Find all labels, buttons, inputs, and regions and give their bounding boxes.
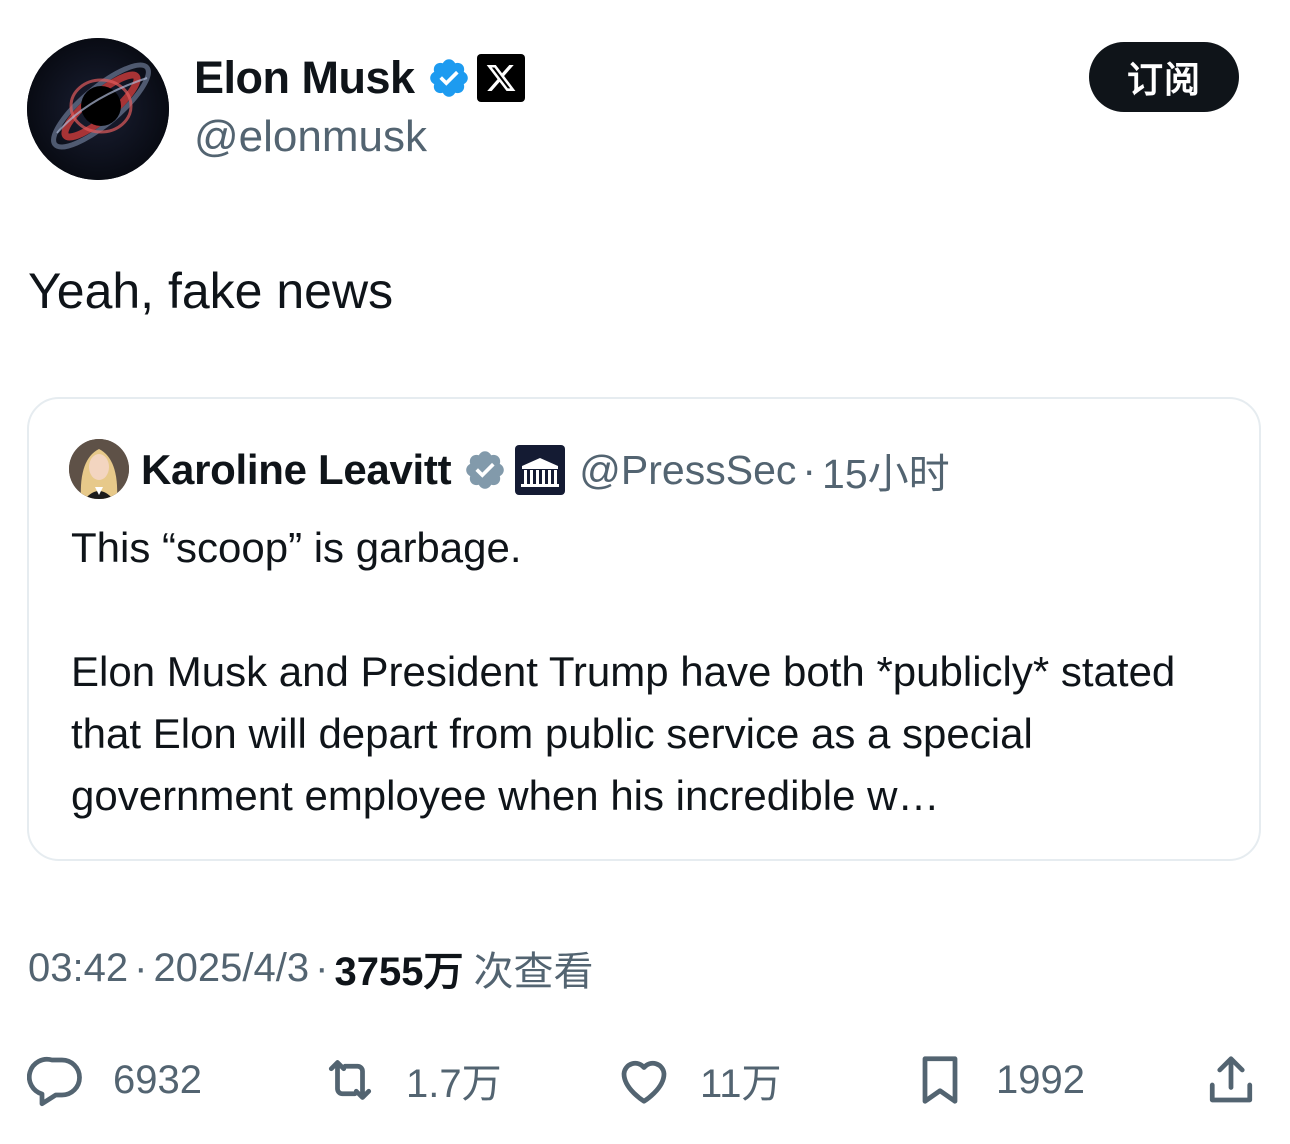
share-icon [1209,1056,1253,1103]
tweet-time[interactable]: 03:42 [28,946,128,991]
reply-icon [27,1056,82,1107]
author-handle[interactable]: @elonmusk [194,112,427,162]
quoted-text: This “scoop” is garbage. Elon Musk and P… [71,517,1231,827]
tweet-text: Yeah, fake news [28,263,394,319]
view-count-label: 次查看 [473,950,594,994]
tweet-date[interactable]: 2025/4/3 [153,946,309,991]
repost-icon [328,1060,372,1100]
quoted-author-handle[interactable]: @PressSec [579,447,796,494]
view-count: 3755万 [334,950,464,994]
quoted-author-avatar[interactable] [69,439,129,499]
author-name[interactable]: Elon Musk [194,52,415,104]
subscribe-button[interactable]: 订阅 [1089,42,1239,112]
quoted-tweet[interactable]: Karoline Leavitt @PressSec · 15小时 This “… [27,397,1261,861]
like-button[interactable]: 11万 [614,1045,782,1115]
quoted-header: Karoline Leavitt @PressSec · 15小时 [141,441,950,499]
reply-count: 6932 [113,1057,202,1102]
separator-dot: · [134,945,148,990]
reply-button[interactable]: 6932 [27,1045,202,1115]
verified-icon [466,451,505,489]
quoted-text-line: This “scoop” is garbage. [71,524,522,571]
portrait-image [69,439,129,499]
bookmark-button[interactable]: 1992 [910,1045,1085,1115]
quoted-author-name[interactable]: Karoline Leavitt [141,446,452,494]
separator-dot: · [315,945,329,990]
author-name-row: Elon Musk [194,50,525,106]
quoted-timestamp[interactable]: 15小时 [822,440,950,500]
repost-button[interactable]: 1.7万 [320,1045,502,1115]
verified-icon [429,59,468,97]
bookmark-count: 1992 [996,1057,1085,1102]
quoted-text-paragraph: Elon Musk and President Trump have both … [71,648,1176,819]
white-house-icon [515,445,566,495]
repost-count: 1.7万 [406,1062,502,1106]
tweet-meta: 03:42 · 2025/4/3 · 3755万 次查看 [28,938,593,998]
separator-dot: · [802,446,817,493]
share-button[interactable] [1201,1045,1261,1115]
like-icon [621,1060,667,1104]
like-count: 11万 [700,1062,782,1106]
bookmark-icon [922,1056,958,1104]
action-bar: 6932 1.7万 11万 1992 [0,1045,1290,1115]
black-hole-image [27,38,169,180]
author-avatar[interactable] [27,38,169,180]
x-logo-icon [476,54,525,102]
